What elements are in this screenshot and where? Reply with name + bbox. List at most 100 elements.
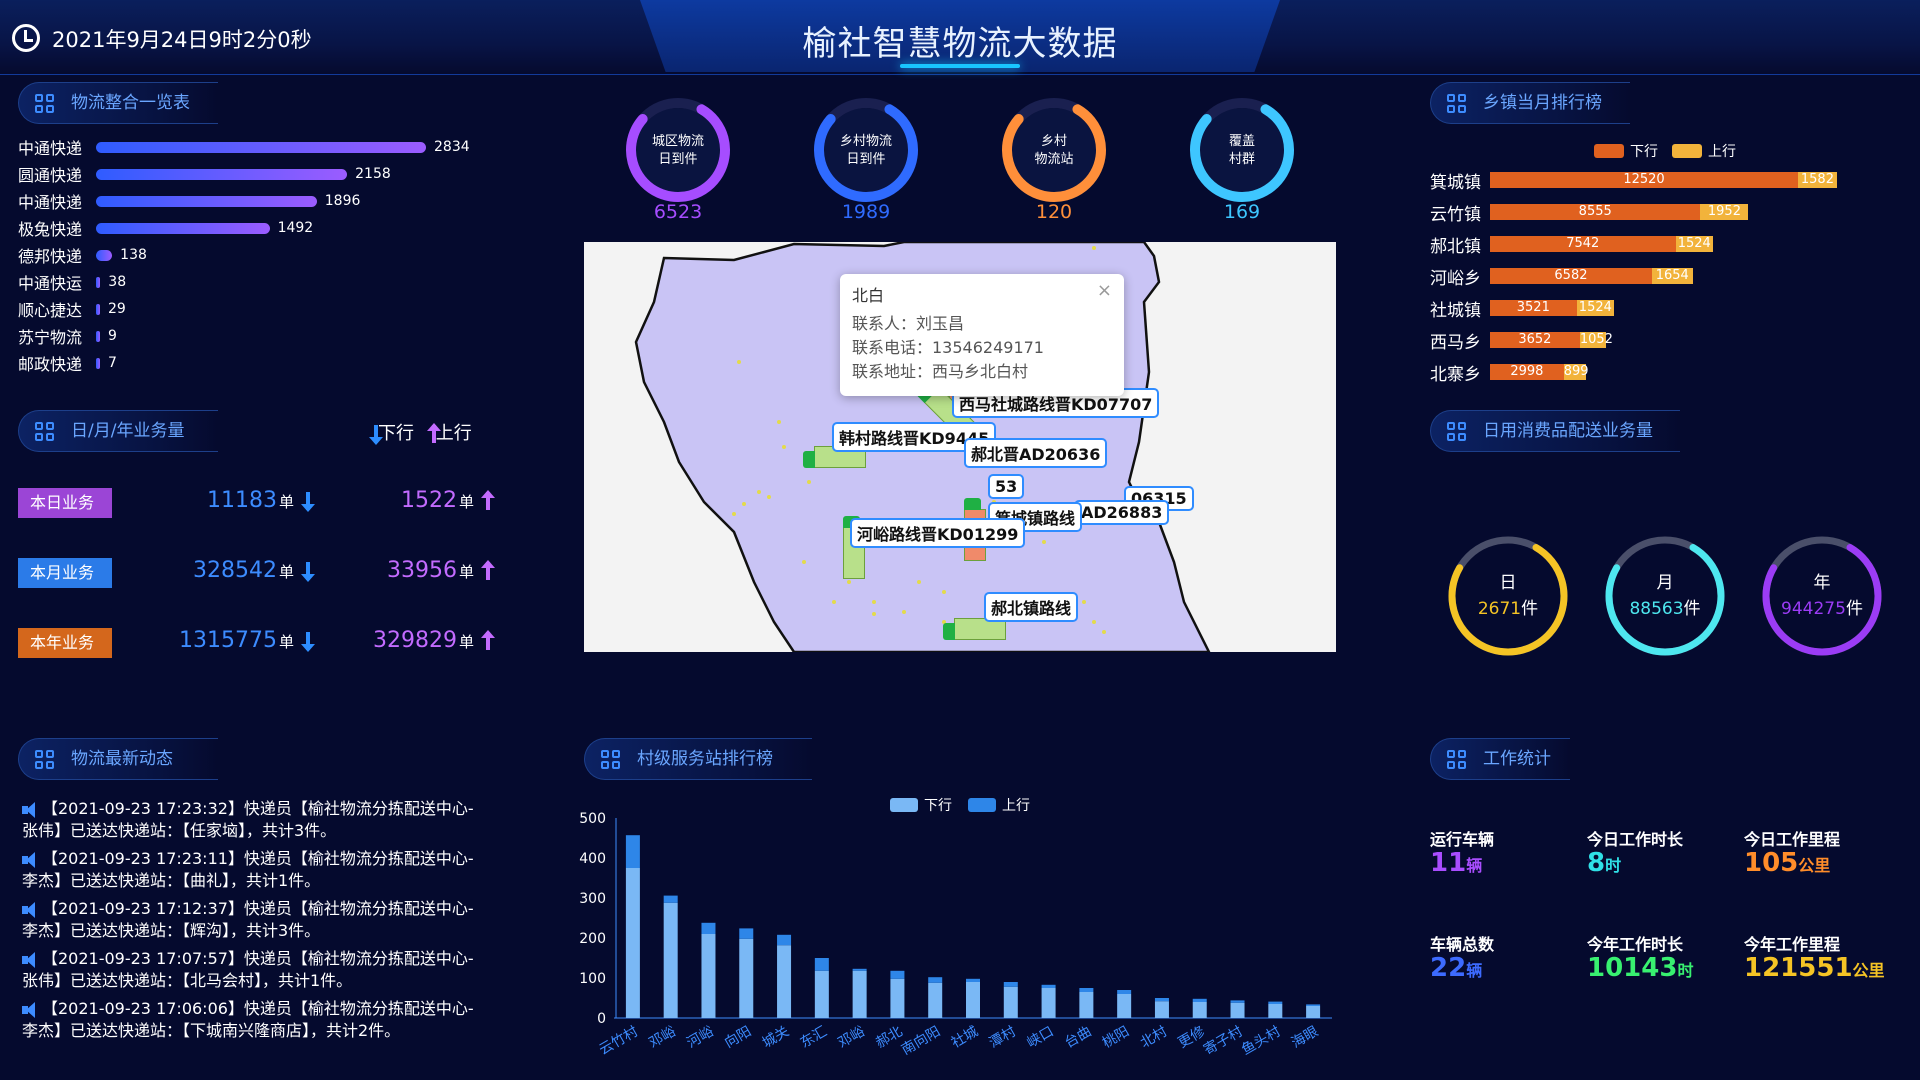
stat-label: 运行车辆 (1430, 830, 1495, 849)
bar-down[interactable]: 2998 (1490, 364, 1564, 380)
legend-swatch[interactable] (890, 798, 918, 812)
x-tick-label: 东汇 (798, 1024, 830, 1052)
news-item[interactable]: 【2021-09-23 17:23:32】快递员【榆社物流分拣配送中心- 张伟】已… (22, 798, 492, 842)
datetime-text: 2021年9月24日9时2分0秒 (52, 28, 312, 52)
bar-down[interactable] (852, 970, 867, 1018)
business-title-text: 日/月/年业务量 (71, 421, 185, 441)
unit-label: 单 (278, 563, 294, 581)
express-bar (96, 195, 317, 207)
bar-down[interactable] (663, 902, 678, 1018)
x-tick-label: 社城 (949, 1024, 981, 1052)
business-label: 本日业务 (18, 488, 112, 518)
bar-up[interactable] (890, 970, 905, 979)
bar-down[interactable] (739, 938, 754, 1018)
express-row: 德邦快递 138 (18, 243, 147, 267)
bar-up[interactable] (852, 968, 867, 971)
bar-up[interactable] (1117, 990, 1132, 994)
bar-down[interactable] (1154, 1001, 1169, 1018)
bar-up[interactable]: 1524 (1576, 300, 1615, 316)
bar-down[interactable] (814, 970, 829, 1018)
bar-down[interactable] (1003, 986, 1018, 1018)
bar-up[interactable] (739, 928, 754, 939)
bar-up[interactable] (1268, 1001, 1283, 1004)
business-up-value: 1522 单 (310, 488, 495, 513)
legend-swatch[interactable] (968, 798, 996, 812)
express-name: 邮政快递 (18, 355, 83, 374)
bar-up-value: 1052 (1579, 332, 1613, 347)
consumer-number: 944275 (1781, 599, 1846, 619)
bar-up[interactable] (663, 895, 678, 903)
ring-label: 覆盖 (1229, 134, 1255, 149)
bar-up[interactable]: 899 (1563, 364, 1589, 380)
bar-down[interactable]: 3652 (1490, 332, 1580, 348)
bar-up[interactable]: 1524 (1675, 236, 1714, 252)
bar-up[interactable]: 1582 (1797, 172, 1837, 188)
bar-down[interactable]: 7542 (1490, 236, 1676, 252)
bar-down[interactable]: 8555 (1490, 204, 1701, 220)
logistics-panel-title: 物流整合一览表 (18, 82, 218, 124)
bar-up[interactable] (1192, 998, 1207, 1002)
bar-up[interactable] (701, 922, 716, 934)
bar-up[interactable]: 1052 (1579, 332, 1613, 348)
bar-down[interactable] (1268, 1004, 1283, 1018)
news-item[interactable]: 【2021-09-23 17:06:06】快递员【榆社物流分拣配送中心- 李杰】已… (22, 998, 492, 1042)
down-legend-label: 下行 (378, 423, 414, 444)
bar-down[interactable] (1079, 992, 1094, 1018)
bar-up[interactable] (1041, 984, 1056, 988)
grid-icon (1447, 94, 1467, 114)
bar-up-value: 1582 (1800, 172, 1834, 187)
bar-up[interactable] (928, 977, 943, 983)
bar-down[interactable] (1306, 1006, 1321, 1018)
speaker-icon (22, 801, 40, 818)
news-item[interactable]: 【2021-09-23 17:23:11】快递员【榆社物流分拣配送中心- 李杰】已… (22, 848, 492, 892)
bar-down[interactable] (890, 978, 905, 1018)
bar-down[interactable] (1117, 994, 1132, 1018)
bar-up[interactable]: 1654 (1651, 268, 1693, 284)
route-label[interactable]: 郝北镇路线 (984, 592, 1079, 622)
route-label[interactable]: 河峪路线晋KD01299 (850, 518, 1026, 548)
speaker-icon (22, 901, 40, 918)
bar-down[interactable] (777, 945, 792, 1018)
up-arrow-icon (481, 490, 495, 510)
bar-down[interactable] (701, 934, 716, 1018)
bar-down[interactable] (1041, 988, 1056, 1018)
ring-label: 乡村 (1041, 134, 1067, 149)
bar-up-value: 1654 (1655, 268, 1689, 283)
bar-up[interactable] (1003, 982, 1018, 987)
business-legend: 下行 上行 (369, 419, 472, 445)
express-bar (96, 168, 348, 180)
bar-down[interactable]: 6582 (1490, 268, 1652, 284)
bar-up[interactable] (1230, 1000, 1245, 1003)
bar-down-value: 7542 (1566, 236, 1600, 251)
bar-up[interactable] (1154, 998, 1169, 1002)
news-panel-title: 物流最新动态 (18, 738, 218, 780)
bar-down[interactable]: 3521 (1490, 300, 1577, 316)
grid-icon (35, 422, 55, 442)
express-name: 中通快运 (18, 274, 83, 293)
bar-up[interactable] (777, 934, 792, 946)
bar-down[interactable]: 12520 (1490, 172, 1798, 188)
route-label[interactable]: 53 (988, 474, 1025, 499)
bar-up[interactable] (1306, 1004, 1321, 1006)
bar-up[interactable] (966, 978, 980, 982)
news-item[interactable]: 【2021-09-23 17:12:37】快递员【榆社物流分拣配送中心- 李杰】已… (22, 898, 492, 942)
bar-up[interactable]: 1952 (1700, 204, 1749, 220)
stat-number: 8 (1587, 848, 1606, 878)
close-icon[interactable]: × (1097, 280, 1112, 301)
news-item[interactable]: 【2021-09-23 17:07:57】快递员【榆社物流分拣配送中心- 张伟】已… (22, 948, 492, 992)
bar-down[interactable] (1192, 1002, 1207, 1018)
express-bar (96, 330, 100, 342)
express-row: 中通快递 2834 (18, 135, 470, 159)
bar-up[interactable] (1079, 988, 1094, 992)
route-label[interactable]: 郝北晋AD20636 (964, 438, 1108, 468)
bar-down[interactable] (928, 982, 943, 1018)
bar-down[interactable] (625, 868, 640, 1018)
bar-up[interactable] (814, 958, 829, 971)
bar-down[interactable] (1230, 1002, 1245, 1018)
stat-label: 车辆总数 (1430, 935, 1495, 954)
route-label[interactable]: AD26883 (1074, 500, 1170, 525)
express-value: 29 (108, 301, 126, 317)
bar-up[interactable] (625, 835, 640, 868)
bar-down-value: 2998 (1510, 364, 1544, 379)
bar-down[interactable] (966, 982, 980, 1018)
